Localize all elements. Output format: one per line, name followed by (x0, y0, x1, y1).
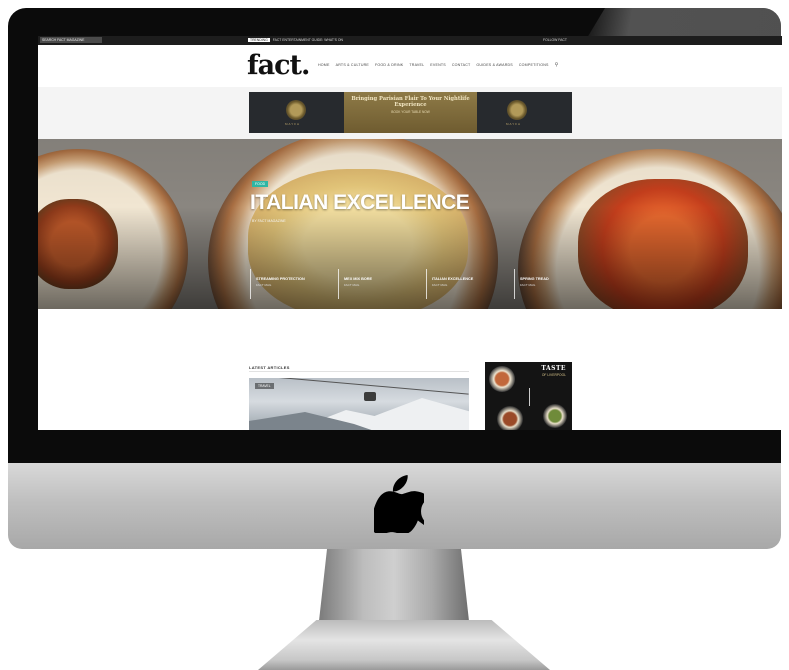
hero-card-meta: FACT MAG (256, 283, 272, 287)
sidebar-ad-plate-image (543, 404, 567, 428)
article-thumbnail[interactable]: TRAVEL (249, 378, 469, 430)
imac-stand-base (258, 620, 550, 670)
nav-item-arts-culture[interactable]: Arts & Culture (336, 63, 369, 67)
main-nav: Home Arts & Culture Food & Drink Travel … (318, 63, 559, 68)
apple-logo-icon (374, 475, 424, 533)
hero-card-meta: FACT MAG (344, 283, 360, 287)
hero-meta: BY FACT MAGAZINE (252, 219, 286, 223)
article-category-badge[interactable]: TRAVEL (255, 383, 274, 389)
trending-tag: TRENDING (248, 38, 270, 42)
ad-emblem-label-right: MAYFA (506, 122, 521, 126)
sidebar-ad[interactable]: TASTE OF LIVERPOOL (485, 362, 572, 430)
nav-item-events[interactable]: Events (430, 63, 446, 67)
hero-card-list: Streaming Protection FACT MAG Mex Mix Bo… (250, 269, 595, 299)
sidebar-ad-fork-image (529, 388, 530, 406)
hero-card-title: Italian Excellence (432, 277, 474, 281)
hero-card[interactable]: Mex Mix Bore FACT MAG (338, 269, 419, 299)
sidebar-ad-title: TASTE (541, 365, 566, 372)
ad-headline: Bringing Parisian Flair To Your Nightlif… (351, 96, 470, 108)
hero-card-meta: FACT MAG (520, 283, 536, 287)
hero-card[interactable]: Streaming Protection FACT MAG (250, 269, 331, 299)
hero-card-title: Mex Mix Bore (344, 277, 373, 281)
ad-emblem-label-left: MAYFA (285, 122, 300, 126)
nav-item-competitions[interactable]: Competitions (519, 63, 549, 67)
ad-banner[interactable]: MAYFA Bringing Parisian Flair To Your Ni… (249, 92, 572, 133)
sidebar-ad-plate-image (489, 366, 515, 392)
top-bar: SEARCH FACT MAGAZINE TRENDING FACT ENTERT… (38, 36, 782, 45)
hero-card[interactable]: Spring Tread FACT MAG (514, 269, 595, 299)
social-follow[interactable]: FOLLOW FACT (543, 38, 567, 43)
section-divider (249, 371, 469, 372)
ad-subline: BOOK YOUR TABLE NOW (391, 110, 430, 114)
article-image-cable (249, 378, 469, 395)
nav-item-contact[interactable]: Contact (452, 63, 471, 67)
screen: SEARCH FACT MAGAZINE TRENDING FACT ENTERT… (38, 36, 782, 430)
sidebar-ad-plate-image (497, 406, 523, 430)
trending-text[interactable]: FACT ENTERTAINMENT GUIDE: WHAT'S ON (273, 38, 343, 42)
nav-item-home[interactable]: Home (318, 63, 330, 67)
ad-center-panel: Bringing Parisian Flair To Your Nightlif… (344, 92, 477, 133)
hero-card-title: Spring Tread (520, 277, 549, 281)
ad-emblem-left-icon (286, 100, 306, 120)
article-image-gondola (364, 392, 376, 401)
ad-strip: MAYFA Bringing Parisian Flair To Your Ni… (38, 87, 782, 139)
search-icon[interactable]: ⚲ (555, 63, 559, 68)
hero-title[interactable]: ITALIAN EXCELLENCE (250, 191, 470, 215)
latest-articles-heading: Latest Articles (249, 365, 290, 370)
ad-emblem-right-icon (507, 100, 527, 120)
site-logo[interactable]: fact. (247, 51, 310, 81)
hero-category-badge[interactable]: FOOD (252, 181, 269, 187)
hero-card[interactable]: Italian Excellence FACT MAG (426, 269, 507, 299)
topbar-search[interactable]: SEARCH FACT MAGAZINE (40, 37, 102, 43)
sidebar-ad-subtitle: OF LIVERPOOL (541, 373, 566, 377)
hero-card-meta: FACT MAG (432, 283, 448, 287)
content-area: Latest Articles TRAVEL TASTE OF LIVERPOO… (38, 309, 782, 430)
hero-card-title: Streaming Protection (256, 277, 305, 281)
hero-slider[interactable]: FOOD ITALIAN EXCELLENCE BY FACT MAGAZINE… (38, 139, 782, 309)
nav-item-travel[interactable]: Travel (409, 63, 424, 67)
nav-item-guides-awards[interactable]: Guides & Awards (476, 63, 512, 67)
nav-item-food-drink[interactable]: Food & Drink (375, 63, 403, 67)
trending-ticker[interactable]: TRENDING FACT ENTERTAINMENT GUIDE: WHAT'S… (248, 38, 343, 43)
imac-stand-neck (318, 548, 470, 630)
site-header: fact. Home Arts & Culture Food & Drink T… (38, 45, 782, 87)
